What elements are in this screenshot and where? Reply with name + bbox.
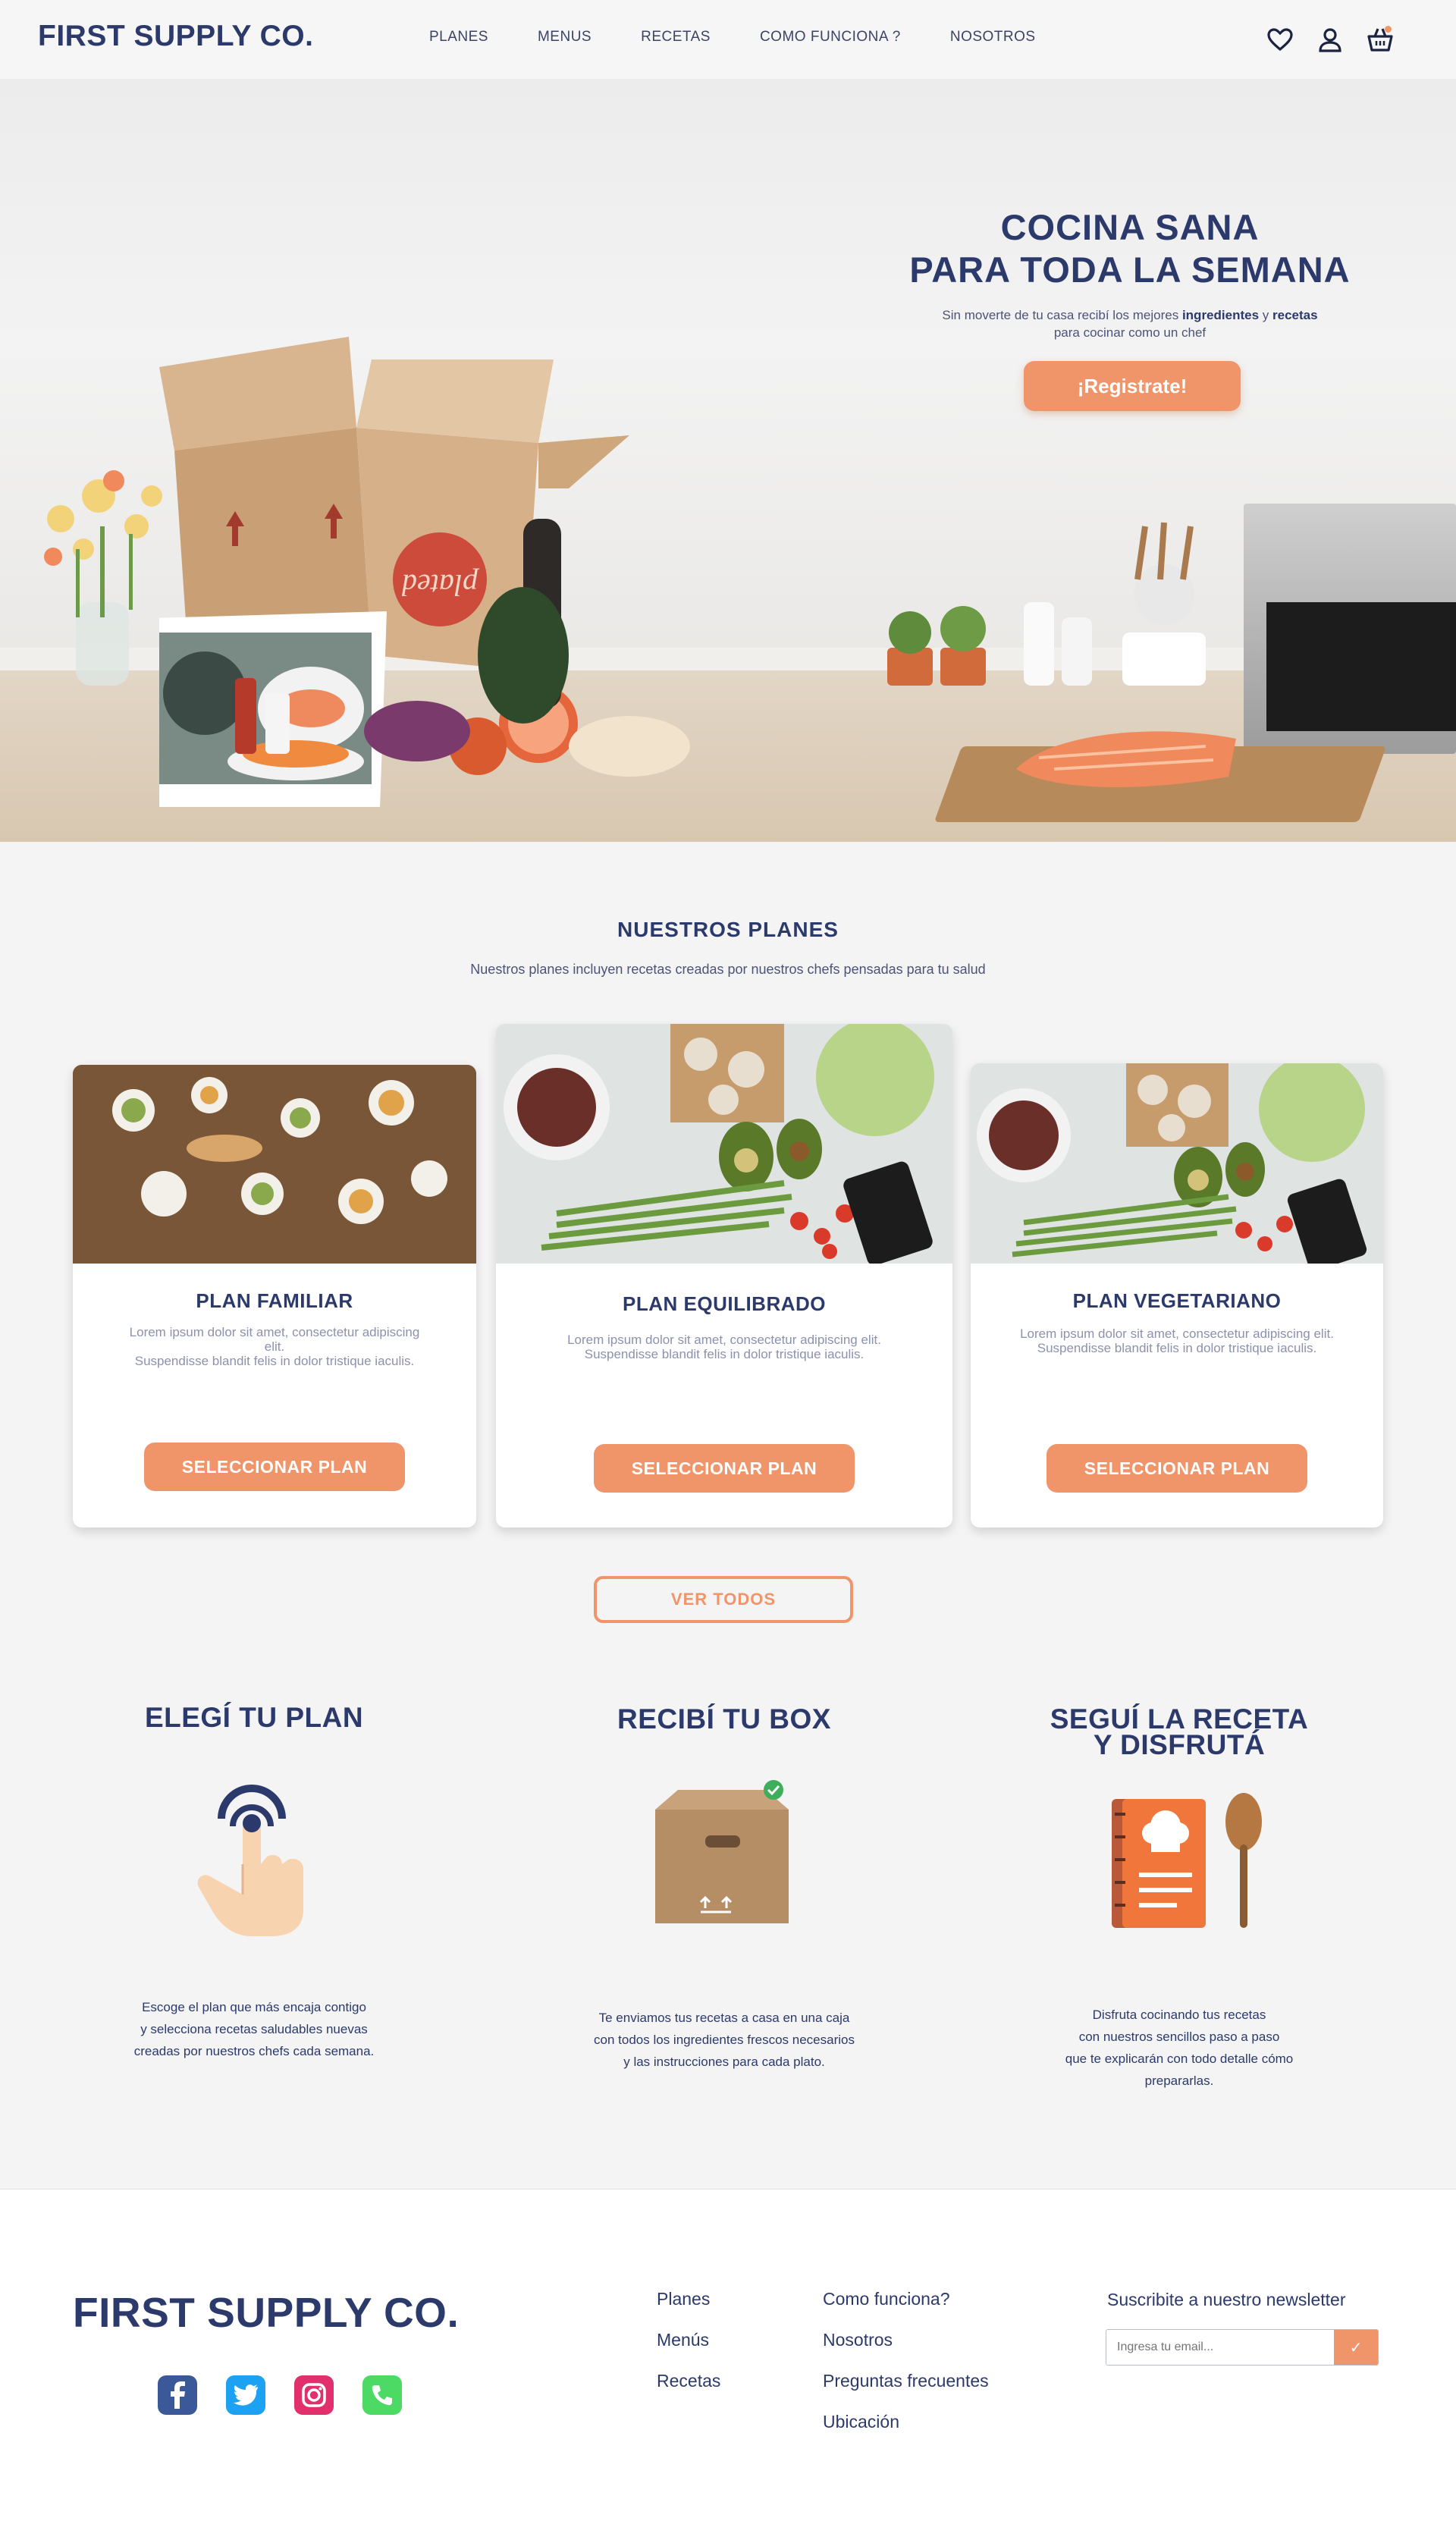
plan-card-familiar[interactable]: PLAN FAMILIAR Lorem ipsum dolor sit amet…	[73, 1065, 476, 1527]
twitter-icon[interactable]	[226, 2375, 265, 2415]
cart-badge	[1385, 26, 1392, 33]
plan-card-title: PLAN VEGETARIANO	[1072, 1289, 1282, 1312]
hero-subtitle-and: y	[1259, 308, 1272, 322]
plan-card-equilibrado[interactable]: PLAN EQUILIBRADO Lorem ipsum dolor sit a…	[496, 1024, 952, 1527]
plan-card-desc: Lorem ipsum dolor sit amet, consectetur …	[1020, 1326, 1334, 1341]
family-table-photo	[73, 1065, 476, 1264]
step-title-follow-recipe: SEGUÍ LA RECETA Y DISFRUTÁ	[986, 1703, 1373, 1760]
kitchen-utensils-image	[887, 522, 1206, 686]
see-all-plans-button[interactable]: VER TODOS	[594, 1576, 853, 1623]
hero-subtitle-ingredients: ingredientes	[1181, 308, 1260, 322]
step-text-receive-box: Te enviamos tus recetas a casa en una ca…	[531, 2007, 918, 2073]
hero-subtitle-text: Sin moverte de tu casa recibí los mejore…	[942, 308, 1182, 322]
footer-link-ubicacion[interactable]: Ubicación	[823, 2413, 989, 2431]
plan-card-desc: Suspendisse blandit felis in dolor trist…	[134, 1354, 415, 1368]
select-plan-button[interactable]: SELECCIONAR PLAN	[1046, 1444, 1307, 1493]
footer-link-como-funciona[interactable]: Como funciona?	[823, 2290, 989, 2308]
hero-title-line2: PARA TODA LA SEMANA	[909, 250, 1351, 290]
recipe-book-icon	[1112, 1793, 1262, 1928]
plan-card-desc: Lorem ipsum dolor sit amet, consectetur …	[567, 1333, 881, 1347]
plans-title: NUESTROS PLANES	[617, 918, 839, 941]
menu-item-planes[interactable]: PLANES	[429, 29, 488, 46]
step-text-line: y las instrucciones para cada plato.	[623, 2055, 825, 2069]
hero-banner: plated COCINA SANA PARA TODA LA SEMANA S…	[0, 79, 1456, 842]
nav-actions	[1265, 24, 1395, 55]
box-brand-label: plated	[401, 568, 480, 602]
step-text-line: Escoge el plan que más encaja contigo	[142, 2000, 366, 2014]
basket-icon[interactable]	[1365, 24, 1395, 55]
plan-card-desc: Lorem ipsum dolor sit amet, consectetur …	[129, 1325, 420, 1354]
top-nav: FIRST SUPPLY CO. PLANES MENUS RECETAS CO…	[0, 0, 1456, 79]
step-text-line: Te enviamos tus recetas a casa en una ca…	[598, 2011, 850, 2025]
newsletter-form: ✓	[1106, 2329, 1379, 2366]
step-text-line: creadas por nuestros chefs cada semana.	[133, 2044, 375, 2058]
heart-icon[interactable]	[1265, 24, 1295, 55]
hero-subtitle: Sin moverte de tu casa recibí los mejore…	[872, 306, 1388, 341]
plan-card-title: PLAN FAMILIAR	[196, 1289, 353, 1312]
step-text-line: con todos los ingredientes frescos neces…	[594, 2033, 855, 2047]
step-title-line1: SEGUÍ LA RECETA	[1050, 1703, 1309, 1735]
newsletter-submit-button[interactable]: ✓	[1334, 2330, 1378, 2365]
hero-title: COCINA SANA PARA TODA LA SEMANA	[872, 206, 1388, 291]
newsletter-title: Suscribite a nuestro newsletter	[1107, 2290, 1346, 2309]
footer-link-faq[interactable]: Preguntas frecuentes	[823, 2372, 989, 2390]
vegetables-photo	[496, 1024, 952, 1264]
step-text-line: prepararlas.	[1144, 2074, 1214, 2088]
meal-kit-box-image: plated	[159, 337, 690, 807]
salmon-image	[1016, 731, 1236, 787]
step-text-line: que te explicarán con todo detalle cómo	[1065, 2052, 1294, 2066]
menu-item-como-funciona[interactable]: COMO FUNCIONA ?	[760, 29, 901, 46]
main-menu: PLANES MENUS RECETAS COMO FUNCIONA ? NOS…	[429, 29, 1085, 46]
newsletter-email-input[interactable]	[1106, 2330, 1334, 2365]
select-plan-button[interactable]: SELECCIONAR PLAN	[144, 1443, 405, 1491]
step-title-line2: Y DISFRUTÁ	[1093, 1729, 1266, 1760]
oven-window	[1266, 602, 1456, 731]
tap-hand-icon	[197, 1785, 303, 1936]
select-plan-button[interactable]: SELECCIONAR PLAN	[594, 1444, 855, 1493]
user-icon[interactable]	[1315, 24, 1345, 55]
vegetables-photo	[971, 1063, 1383, 1264]
plan-card-desc: Suspendisse blandit felis in dolor trist…	[584, 1347, 864, 1361]
step-text-line: Disfruta cocinando tus recetas	[1092, 2008, 1266, 2022]
instagram-icon[interactable]	[294, 2375, 334, 2415]
menu-item-recetas[interactable]: RECETAS	[641, 29, 711, 46]
register-button[interactable]: ¡Registrate!	[1024, 361, 1241, 411]
step-text-line: con nuestros sencillos paso a paso	[1078, 2030, 1280, 2044]
footer: FIRST SUPPLY CO. Planes Menús Recetas Co…	[0, 2189, 1456, 2543]
footer-link-recetas[interactable]: Recetas	[657, 2372, 720, 2390]
footer-link-menus[interactable]: Menús	[657, 2331, 720, 2349]
hero-title-line1: COCINA SANA	[1000, 207, 1260, 247]
box-icon	[655, 1780, 789, 1923]
plan-card-title: PLAN EQUILIBRADO	[623, 1292, 826, 1315]
step-title-receive-box: RECIBÍ TU BOX	[617, 1703, 831, 1735]
step-title-choose-plan: ELEGÍ TU PLAN	[144, 1702, 364, 1733]
hero-subtitle-line2: para cocinar como un chef	[1053, 325, 1207, 340]
brand-logo[interactable]: FIRST SUPPLY CO.	[38, 20, 313, 53]
hero-subtitle-recipes: recetas	[1272, 308, 1318, 322]
menu-item-nosotros[interactable]: NOSOTROS	[950, 29, 1036, 46]
step-text-follow-recipe: Disfruta cocinando tus recetas con nuest…	[1001, 2004, 1357, 2092]
phone-icon[interactable]	[362, 2375, 402, 2415]
footer-links-col1: Planes Menús Recetas	[657, 2290, 720, 2390]
step-text-choose-plan: Escoge el plan que más encaja contigo y …	[76, 1996, 432, 2062]
footer-links-col2: Como funciona? Nosotros Preguntas frecue…	[823, 2290, 989, 2431]
step-text-line: y selecciona recetas saludables nuevas	[140, 2022, 368, 2036]
facebook-icon[interactable]	[158, 2375, 197, 2415]
menu-item-menus[interactable]: MENUS	[538, 29, 592, 46]
plan-card-desc: Suspendisse blandit felis in dolor trist…	[1037, 1341, 1317, 1355]
footer-link-nosotros[interactable]: Nosotros	[823, 2331, 989, 2349]
social-links	[158, 2375, 402, 2415]
footer-link-planes[interactable]: Planes	[657, 2290, 720, 2308]
plans-subtitle: Nuestros planes incluyen recetas creadas…	[470, 962, 986, 977]
plan-card-vegetariano[interactable]: PLAN VEGETARIANO Lorem ipsum dolor sit a…	[971, 1063, 1383, 1527]
footer-logo[interactable]: FIRST SUPPLY CO.	[73, 2288, 459, 2337]
